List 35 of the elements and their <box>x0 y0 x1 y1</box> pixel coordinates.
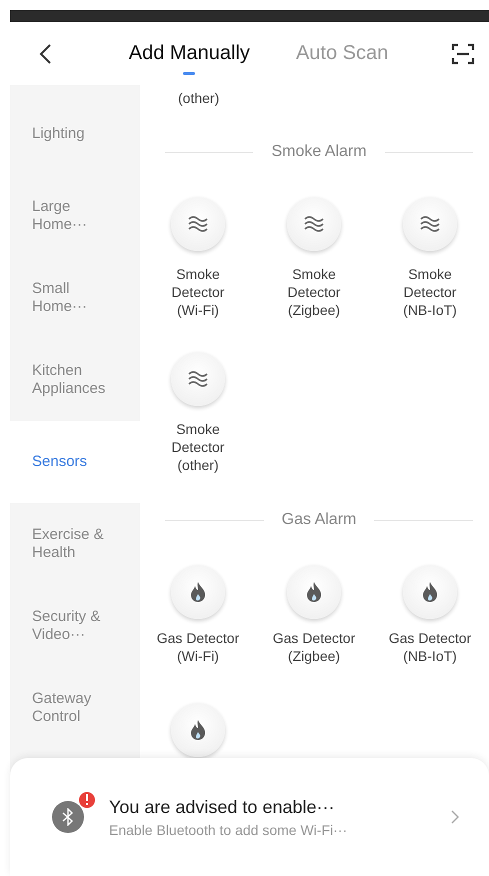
sidebar-item[interactable]: Security & Video··· <box>10 585 140 667</box>
device-icon[interactable] <box>403 565 457 619</box>
device-label: Smoke Detector (Wi-Fi) <box>170 265 226 319</box>
device-icon[interactable] <box>171 197 225 251</box>
notice-title: You are advised to enable··· <box>109 796 334 818</box>
device-label: Gas Detector (Wi-Fi) <box>156 629 240 665</box>
alert-badge-icon <box>79 792 95 808</box>
tab[interactable]: Auto Scan <box>296 36 388 71</box>
notice-subtitle: Enable Bluetooth to add some Wi-Fi··· <box>109 822 348 838</box>
device-icon[interactable] <box>171 565 225 619</box>
sidebar-item[interactable]: Sensors <box>10 421 140 503</box>
sidebar-item[interactable]: Large Home··· <box>10 175 140 257</box>
notice-card[interactable]: You are advised to enable··· Enable Bluetooth to add some Wi-Fi··· <box>10 758 489 876</box>
device-label: (other) <box>178 90 220 108</box>
back-icon[interactable] <box>38 42 52 64</box>
sidebar-item[interactable]: Kitchen Appliances <box>10 339 140 421</box>
sidebar-item[interactable]: Small Home··· <box>10 257 140 339</box>
device-icon[interactable] <box>171 352 225 406</box>
sidebar-item[interactable]: Gateway Control <box>10 667 140 749</box>
device-icon[interactable] <box>171 703 225 757</box>
device-icon[interactable] <box>287 565 341 619</box>
scan-icon[interactable] <box>451 42 475 66</box>
device-label: Smoke Detector (NB-IoT) <box>402 265 458 319</box>
device-label: Smoke Detector (Zigbee) <box>286 265 342 319</box>
device-label: Gas Detector (Zigbee) <box>272 629 356 665</box>
bluetooth-icon <box>52 801 84 833</box>
device-label: Gas Detector (NB-IoT) <box>388 629 472 665</box>
section-title: Smoke Alarm <box>271 143 367 161</box>
device-icon[interactable] <box>287 197 341 251</box>
sidebar-item[interactable]: Exercise & Health <box>10 503 140 585</box>
chevron-right-icon <box>451 810 459 824</box>
device-icon[interactable] <box>403 197 457 251</box>
device-label: Smoke Detector (other) <box>170 420 226 474</box>
section-title: Gas Alarm <box>282 511 356 529</box>
sidebar-item[interactable]: Lighting <box>10 93 140 175</box>
